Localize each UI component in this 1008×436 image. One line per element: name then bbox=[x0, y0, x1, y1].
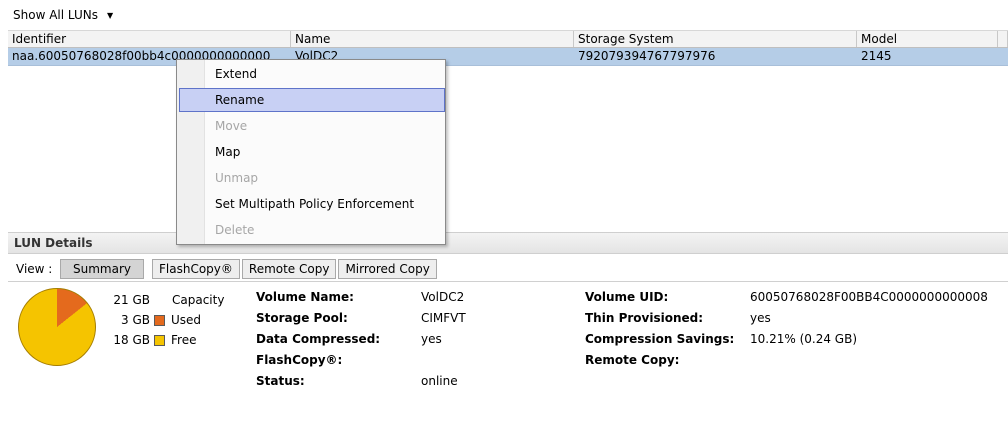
cell-model: 2145 bbox=[861, 49, 892, 63]
menu-item-move: Move bbox=[215, 119, 248, 133]
capacity-used-label: Used bbox=[171, 313, 202, 327]
field-thin-provisioned-value: yes bbox=[750, 311, 771, 325]
lun-details-header: LUN Details bbox=[8, 232, 1008, 254]
field-data-compressed-label: Data Compressed: bbox=[256, 332, 381, 346]
field-data-compressed-value: yes bbox=[421, 332, 442, 346]
field-volume-name-label: Volume Name: bbox=[256, 290, 354, 304]
field-compression-savings-label: Compression Savings: bbox=[585, 332, 735, 346]
table-row[interactable]: naa.60050768028f00bb4c0000000000000 VolD… bbox=[8, 48, 1008, 66]
field-volume-uid-label: Volume UID: bbox=[585, 290, 669, 304]
lun-filter-dropdown[interactable]: Show All LUNs ▼ bbox=[13, 6, 113, 24]
capacity-used: 3 GB bbox=[121, 313, 150, 327]
context-menu: Extend Rename Move Map Unmap Set Multipa… bbox=[176, 59, 446, 245]
used-swatch-icon bbox=[154, 315, 165, 326]
tab-flashcopy[interactable]: FlashCopy® bbox=[152, 259, 240, 279]
capacity-pie-chart bbox=[18, 288, 96, 366]
field-compression-savings-value: 10.21% (0.24 GB) bbox=[750, 332, 857, 346]
menu-item-rename[interactable]: Rename bbox=[179, 88, 445, 112]
lun-table: Identifier Name Storage System Model naa… bbox=[8, 30, 1008, 66]
field-storage-pool-value: CIMFVT bbox=[421, 311, 466, 325]
field-status-value: online bbox=[421, 374, 458, 388]
free-swatch-icon bbox=[154, 335, 165, 346]
field-volume-name-value: VolDC2 bbox=[421, 290, 465, 304]
field-flashcopy-label: FlashCopy®: bbox=[256, 353, 343, 367]
table-header: Identifier Name Storage System Model bbox=[8, 30, 1008, 48]
details-divider bbox=[8, 281, 1008, 282]
view-tabs: View : Summary FlashCopy® Remote Copy Mi… bbox=[16, 259, 437, 279]
column-header-extra bbox=[998, 31, 1008, 47]
capacity-total: 21 GB bbox=[113, 293, 150, 307]
tab-remote-copy[interactable]: Remote Copy bbox=[241, 259, 337, 279]
capacity-free-label: Free bbox=[171, 333, 197, 347]
capacity-label: Capacity bbox=[172, 293, 225, 307]
field-volume-uid-value: 60050768028F00BB4C0000000000008 bbox=[750, 290, 988, 304]
field-thin-provisioned-label: Thin Provisioned: bbox=[585, 311, 704, 325]
tab-mirrored-copy[interactable]: Mirrored Copy bbox=[338, 259, 437, 279]
cell-storage-system: 792079394767797976 bbox=[578, 49, 716, 63]
capacity-free: 18 GB bbox=[113, 333, 150, 347]
caret-down-icon: ▼ bbox=[106, 11, 114, 20]
column-header-identifier[interactable]: Identifier bbox=[8, 31, 291, 47]
column-header-storage-system[interactable]: Storage System bbox=[574, 31, 857, 47]
menu-item-delete: Delete bbox=[215, 223, 255, 237]
tab-summary[interactable]: Summary bbox=[60, 259, 144, 279]
lun-filter-label: Show All LUNs bbox=[13, 8, 98, 22]
field-status-label: Status: bbox=[256, 374, 305, 388]
menu-item-map[interactable]: Map bbox=[179, 140, 445, 164]
menu-item-unmap: Unmap bbox=[215, 171, 259, 185]
menu-item-extend[interactable]: Extend bbox=[179, 62, 445, 86]
field-storage-pool-label: Storage Pool: bbox=[256, 311, 348, 325]
field-remote-copy-label: Remote Copy: bbox=[585, 353, 680, 367]
column-header-model[interactable]: Model bbox=[857, 31, 998, 47]
view-label: View : bbox=[16, 262, 53, 276]
menu-item-set-multipath-policy[interactable]: Set Multipath Policy Enforcement bbox=[179, 192, 445, 216]
column-header-name[interactable]: Name bbox=[291, 31, 574, 47]
